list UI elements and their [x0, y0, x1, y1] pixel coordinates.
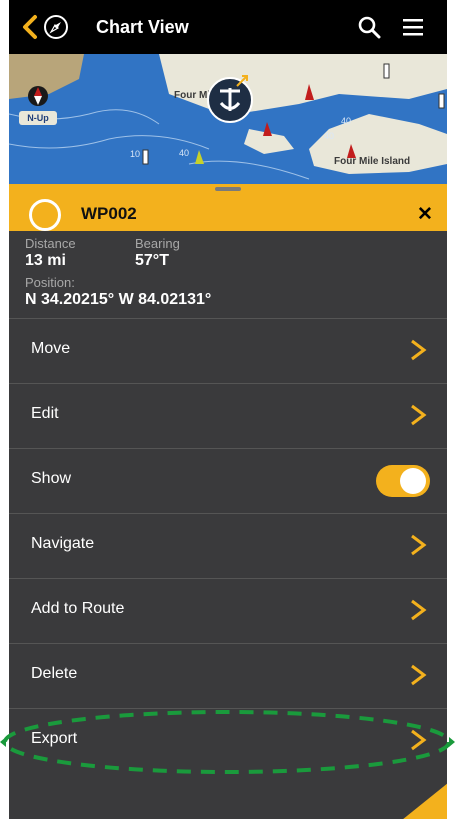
menu-item-edit[interactable]: Edit	[9, 383, 447, 448]
menu-item-show: Show	[9, 448, 447, 513]
map-graphic: Four Mile Neck Four Mile Island 10 40 40…	[9, 54, 447, 184]
menu-item-label: Show	[31, 470, 72, 487]
search-icon[interactable]	[357, 15, 381, 39]
chevron-right-icon	[411, 599, 427, 621]
compass-icon[interactable]	[43, 14, 69, 40]
depth-number: 40	[341, 116, 351, 126]
top-bar: Chart View	[9, 0, 447, 54]
menu-item-move[interactable]: Move	[9, 318, 447, 383]
menu-item-label: Navigate	[31, 535, 95, 552]
distance-label: Distance	[25, 236, 76, 251]
waypoint-name: WP002	[81, 204, 137, 223]
position-label: Position:	[25, 275, 75, 290]
waypoint-icon	[29, 199, 61, 231]
show-toggle[interactable]	[376, 465, 430, 497]
bearing-label: Bearing	[135, 236, 180, 251]
menu-item-label: Edit	[31, 405, 59, 422]
page-title: Chart View	[96, 17, 189, 37]
position-value: N 34.20215° W 84.02131°	[25, 291, 212, 308]
chart-map[interactable]: Four Mile Neck Four Mile Island 10 40 40…	[9, 54, 447, 184]
menu-item-label: Move	[31, 340, 71, 357]
menu-item-label: Delete	[31, 665, 78, 682]
menu-item-label: Add to Route	[31, 600, 125, 617]
chevron-right-icon	[411, 339, 427, 361]
drag-handle[interactable]	[215, 187, 241, 191]
chevron-right-icon	[411, 664, 427, 686]
menu-item-navigate[interactable]: Navigate	[9, 513, 447, 578]
depth-number: 10	[130, 149, 140, 159]
depth-number: 40	[179, 148, 189, 158]
toggle-knob	[400, 468, 426, 494]
bearing-value: 57°T	[135, 252, 169, 269]
map-label-island: Four Mile Island	[334, 156, 410, 167]
chevron-right-icon	[411, 534, 427, 556]
menu-item-delete[interactable]: Delete	[9, 643, 447, 708]
close-icon[interactable]: ✕	[413, 203, 437, 227]
export-highlight-ellipse	[0, 710, 455, 774]
distance-value: 13 mi	[25, 252, 66, 269]
menu-item-add-to-route[interactable]: Add to Route	[9, 578, 447, 643]
back-chevron-icon[interactable]	[19, 14, 41, 40]
waypoint-header: WP002 ✕	[9, 192, 447, 236]
hamburger-menu-icon[interactable]	[402, 17, 424, 37]
depth-number: 40	[324, 131, 334, 141]
chevron-right-icon	[411, 404, 427, 426]
n-up-label: N-Up	[27, 113, 49, 123]
phone-screen: Chart View Four Mile Neck Four Mile Isla…	[9, 0, 447, 819]
